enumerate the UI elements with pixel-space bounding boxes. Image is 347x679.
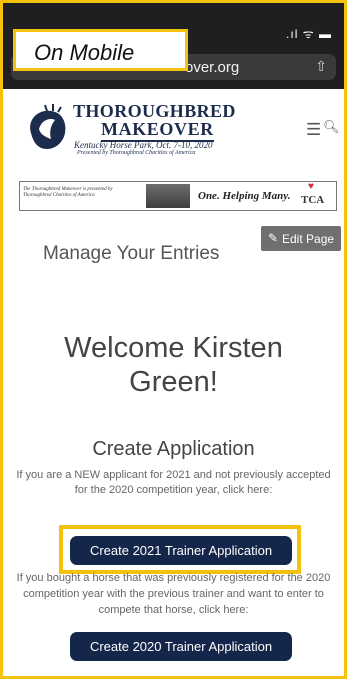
search-icon[interactable]: 🔍︎ [323,119,340,135]
tca-logo: TCA [301,194,325,206]
create-2020-application-button[interactable]: Create 2020 Trainer Application [70,632,292,661]
new-applicant-text: If you are a NEW applicant for 2021 and … [16,469,331,496]
welcome-heading: Welcome Kirsten Green! [64,332,283,398]
hamburger-menu-icon[interactable]: ☰ [306,120,321,140]
browser-top-bar: .ıl ᯤ ▬ over.org ⇧ On Mobile [3,3,344,89]
banner-photo [146,184,190,208]
brand-title-line2: MAKEOVER [101,119,214,142]
page-title: Manage Your Entries [43,243,220,264]
edit-page-label: Edit Page [282,232,335,246]
badge-text: On Mobile [34,40,135,65]
create-2021-application-button[interactable]: Create 2021 Trainer Application [70,536,292,565]
horse-logo-icon [30,104,66,149]
banner-presented-text: The Thoroughbred Makeover is presented b… [23,187,113,198]
edit-page-button[interactable]: ✎ Edit Page [261,226,341,251]
heart-icon: ♥ [308,181,314,192]
sponsor-banner[interactable]: The Thoroughbred Makeover is presented b… [19,181,337,211]
brand-presented-line: Presented by Thoroughbred Charities of A… [77,150,196,156]
section-heading: Create Application [92,438,255,460]
share-icon[interactable]: ⇧ [315,58,327,75]
banner-tagline: One. Helping Many. [198,190,291,202]
edit-icon: ✎ [268,231,279,245]
brand-event-line: Kentucky Horse Park, Oct. 7-10, 2020 [74,140,213,150]
annotation-badge: On Mobile [13,29,188,71]
status-icons: .ıl ᯤ ▬ [286,27,332,41]
browser-viewport: .ıl ᯤ ▬ over.org ⇧ On Mobile THOROUGHBRE… [3,3,344,676]
site-logo[interactable]: THOROUGHBRED MAKEOVER Kentucky Horse Par… [25,101,235,161]
url-text: over.org [185,59,240,76]
transfer-applicant-text: If you bought a horse that was previousl… [16,572,331,616]
